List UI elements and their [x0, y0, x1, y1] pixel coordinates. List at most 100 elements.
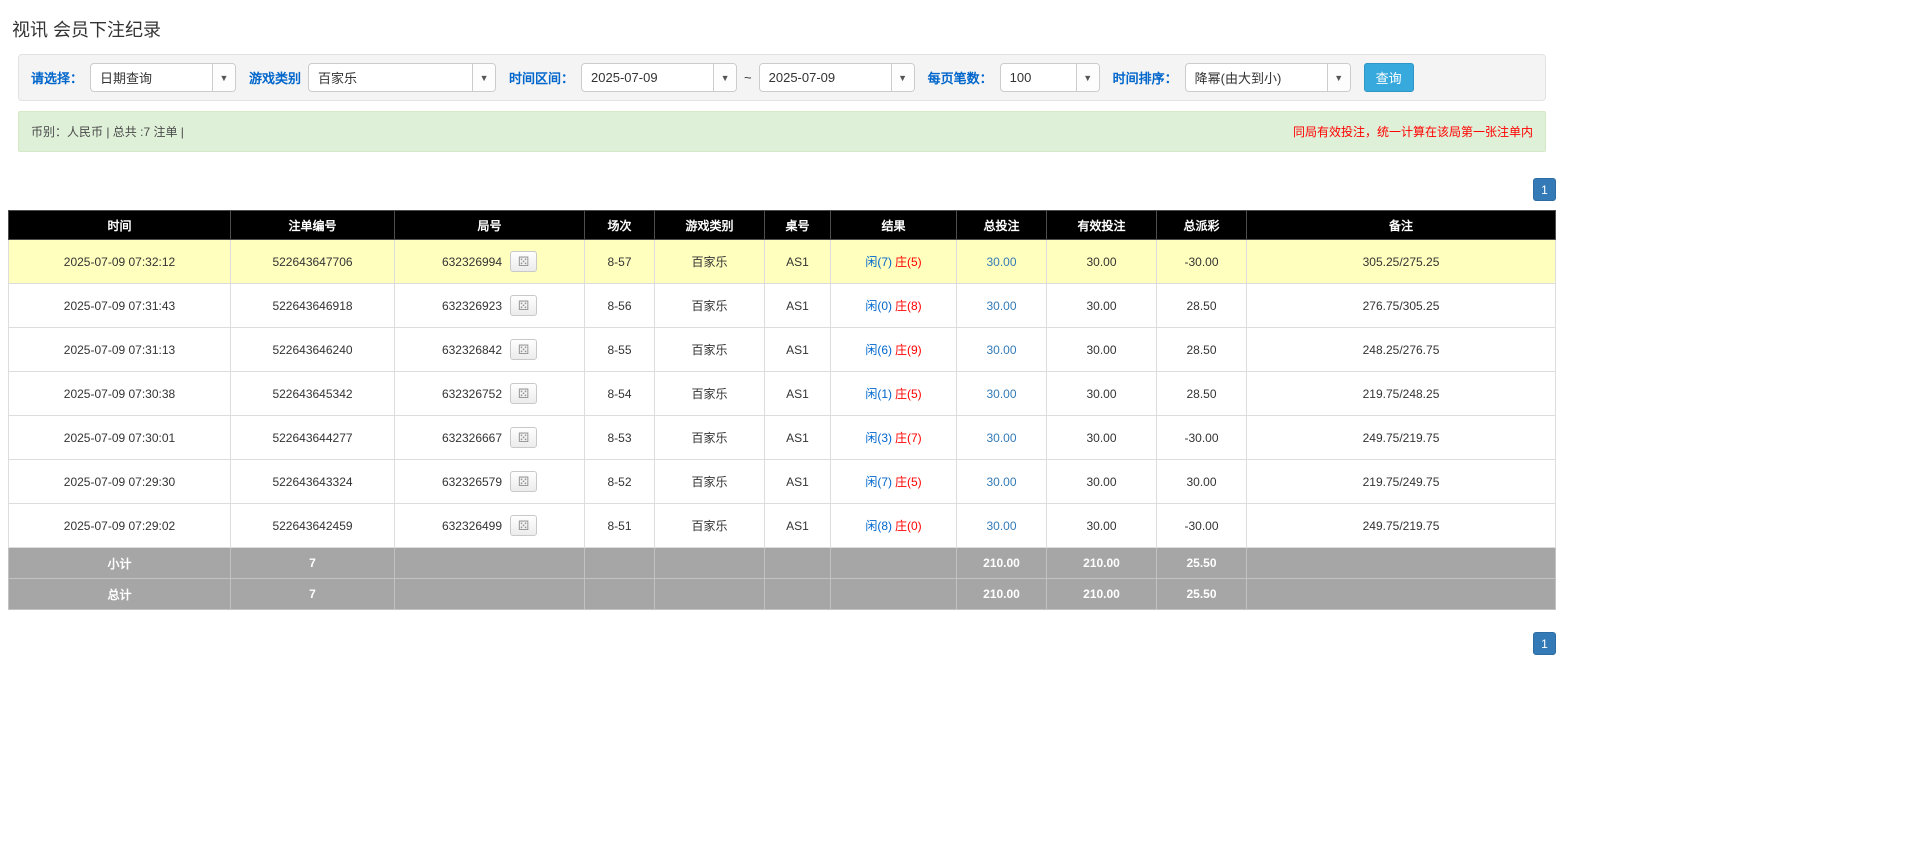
total-bet-link[interactable]: 30.00 — [986, 255, 1016, 269]
result-banker: 庄(5) — [895, 387, 922, 401]
round-cell: 632326842 ⚄ — [394, 327, 585, 372]
table-row: 2025-07-09 07:31:13 522643646240 6323268… — [8, 327, 1556, 372]
result-player: 闲(3) — [865, 431, 892, 445]
chevron-down-icon[interactable]: ▼ — [890, 64, 914, 91]
payout-cell: 28.50 — [1156, 371, 1247, 416]
note-cell: 305.25/275.25 — [1246, 239, 1556, 284]
round-cell: 632326994 ⚄ — [394, 239, 585, 284]
query-type-select[interactable]: 日期查询 ▼ — [90, 63, 237, 92]
column-header: 桌号 — [764, 210, 831, 240]
result-cell: 闲(1) 庄(5) — [830, 371, 957, 416]
session-cell: 8-53 — [584, 415, 655, 460]
chevron-down-icon[interactable]: ▼ — [472, 64, 496, 91]
round-preview-icon[interactable]: ⚄ — [510, 471, 538, 492]
payout-cell: -30.00 — [1156, 503, 1247, 548]
total-row-cell: 210.00 — [956, 578, 1047, 610]
total-row-cell — [394, 578, 585, 610]
game-type-value: 百家乐 — [318, 71, 358, 86]
date-to-input[interactable]: 2025-07-09 ▼ — [758, 63, 915, 92]
column-header: 游戏类别 — [654, 210, 765, 240]
table-row: 2025-07-09 07:30:38 522643645342 6323267… — [8, 371, 1556, 416]
total-bet-link[interactable]: 30.00 — [986, 387, 1016, 401]
round-preview-icon[interactable]: ⚄ — [510, 339, 538, 360]
payout-cell: 28.50 — [1156, 327, 1247, 372]
table-id-cell: AS1 — [764, 283, 831, 328]
round-id-text: 632326752 — [441, 386, 503, 401]
total-bet-link[interactable]: 30.00 — [986, 299, 1016, 313]
game-type-cell: 百家乐 — [654, 239, 765, 284]
total-bet-link[interactable]: 30.00 — [986, 431, 1016, 445]
chevron-down-icon[interactable]: ▼ — [1075, 64, 1099, 91]
total-row: 总计 7 210.00 210.00 25.50 — [8, 578, 1556, 610]
note-cell: 248.25/276.75 — [1246, 327, 1556, 372]
round-preview-icon[interactable]: ⚄ — [510, 383, 538, 404]
result-player: 闲(7) — [865, 475, 892, 489]
column-header: 结果 — [830, 210, 957, 240]
result-cell: 闲(7) 庄(5) — [830, 239, 957, 284]
per-page-label: 每页笔数： — [927, 71, 993, 86]
query-type-label: 请选择： — [31, 71, 84, 86]
game-type-cell: 百家乐 — [654, 371, 765, 416]
result-player: 闲(7) — [865, 255, 892, 269]
game-type-cell: 百家乐 — [654, 283, 765, 328]
total-row-cell — [764, 578, 831, 610]
round-preview-icon[interactable]: ⚄ — [510, 251, 538, 272]
result-banker: 庄(7) — [895, 431, 922, 445]
table-id-cell: AS1 — [764, 239, 831, 284]
sort-value: 降幂(由大到小) — [1194, 71, 1282, 86]
round-cell: 632326923 ⚄ — [394, 283, 585, 328]
notice-text: 同局有效投注，统一计算在该局第一张注单内 — [1292, 125, 1533, 139]
subtotal-row-cell — [1246, 547, 1556, 579]
time-cell: 2025-07-09 07:30:38 — [8, 371, 231, 416]
chevron-down-icon[interactable]: ▼ — [212, 64, 236, 91]
note-cell: 219.75/249.75 — [1246, 459, 1556, 504]
session-cell: 8-51 — [584, 503, 655, 548]
subtotal-row-cell — [654, 547, 765, 579]
date-from-input[interactable]: 2025-07-09 ▼ — [581, 63, 738, 92]
total-bet-link[interactable]: 30.00 — [986, 343, 1016, 357]
table-row: 2025-07-09 07:32:12 522643647706 6323269… — [8, 239, 1556, 284]
round-preview-icon[interactable]: ⚄ — [510, 515, 538, 536]
subtotal-row-cell: 210.00 — [956, 547, 1047, 579]
page-button[interactable]: 1 — [1533, 632, 1556, 655]
page-button[interactable]: 1 — [1533, 178, 1556, 201]
result-player: 闲(8) — [865, 519, 892, 533]
round-preview-icon[interactable]: ⚄ — [510, 295, 538, 316]
round-id-text: 632326994 — [441, 254, 503, 269]
session-cell: 8-54 — [584, 371, 655, 416]
time-cell: 2025-07-09 07:32:12 — [8, 239, 231, 284]
column-header: 总投注 — [956, 210, 1047, 240]
time-cell: 2025-07-09 07:31:13 — [8, 327, 231, 372]
result-cell: 闲(3) 庄(7) — [830, 415, 957, 460]
sort-label: 时间排序： — [1112, 71, 1178, 86]
total-bet-link[interactable]: 30.00 — [986, 519, 1016, 533]
round-id-text: 632326667 — [441, 430, 503, 445]
chevron-down-icon[interactable]: ▼ — [1326, 64, 1350, 91]
round-cell: 632326579 ⚄ — [394, 459, 585, 504]
per-page-value: 100 — [1009, 70, 1032, 85]
chevron-down-icon[interactable]: ▼ — [713, 64, 737, 91]
sort-select[interactable]: 降幂(由大到小) ▼ — [1184, 63, 1351, 92]
subtotal-row-cell — [584, 547, 655, 579]
game-type-select[interactable]: 百家乐 ▼ — [308, 63, 497, 92]
total-bet-link[interactable]: 30.00 — [986, 475, 1016, 489]
search-button[interactable]: 查询 — [1363, 63, 1414, 92]
game-type-cell: 百家乐 — [654, 459, 765, 504]
round-id-text: 632326579 — [441, 474, 503, 489]
column-header: 总派彩 — [1156, 210, 1247, 240]
result-banker: 庄(9) — [895, 343, 922, 357]
currency-summary-text: 币别：人民币 | 总共 :7 注单 | — [31, 125, 184, 139]
bet-id-cell: 522643642459 — [230, 503, 395, 548]
result-banker: 庄(0) — [895, 519, 922, 533]
per-page-input[interactable]: 100 ▼ — [999, 63, 1100, 92]
round-preview-icon[interactable]: ⚄ — [510, 427, 538, 448]
result-cell: 闲(6) 庄(9) — [830, 327, 957, 372]
payout-cell: 30.00 — [1156, 459, 1247, 504]
bet-id-cell: 522643643324 — [230, 459, 395, 504]
table-id-cell: AS1 — [764, 415, 831, 460]
valid-bet-cell: 30.00 — [1046, 239, 1157, 284]
total-row-cell — [584, 578, 655, 610]
table-body: 2025-07-09 07:32:12 522643647706 6323269… — [8, 239, 1556, 610]
session-cell: 8-57 — [584, 239, 655, 284]
bet-records-table: 时间 注单编号 局号 场次 游戏类别 桌号 结果 总投注 有效投注 总派彩 备注 2025-07-0… — [8, 210, 1556, 610]
